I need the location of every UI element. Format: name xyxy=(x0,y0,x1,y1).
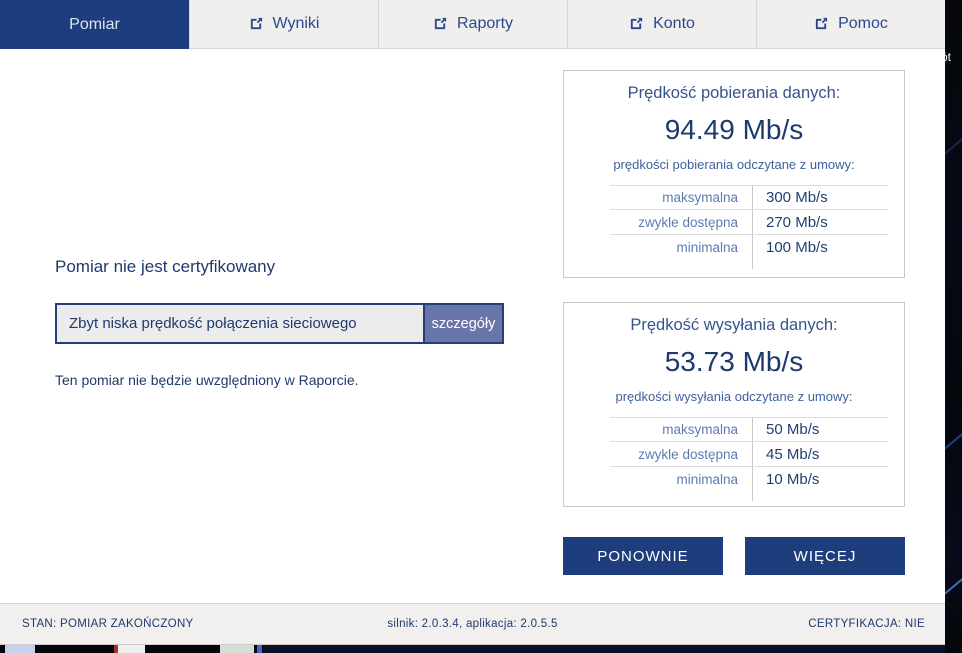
row-label: maksymalna xyxy=(610,418,753,441)
taskbar-strip xyxy=(0,645,962,653)
table-row: minimalna 10 Mb/s xyxy=(610,467,888,492)
table-row: maksymalna 50 Mb/s xyxy=(610,417,888,442)
table-row: maksymalna 300 Mb/s xyxy=(610,185,888,210)
taskbar-fragment xyxy=(220,645,254,653)
tab-pomoc[interactable]: Pomoc xyxy=(756,0,945,49)
warning-banner: Zbyt niska prędkość połączenia siecioweg… xyxy=(55,303,504,344)
more-button[interactable]: WIĘCEJ xyxy=(745,537,905,575)
tab-raporty[interactable]: Raporty xyxy=(378,0,567,49)
external-link-icon xyxy=(814,16,829,31)
tab-label: Wyniki xyxy=(273,15,320,33)
status-certification: CERTYFIKACJA: NIE xyxy=(808,618,925,630)
background-streak xyxy=(945,574,962,597)
download-title: Prędkość pobierania danych: xyxy=(564,84,904,103)
row-value: 45 Mb/s xyxy=(753,442,888,466)
external-link-icon xyxy=(249,16,264,31)
upload-subtitle: prędkości wysyłania odczytane z umowy: xyxy=(564,389,904,404)
screen: Pomiar Wyniki Raporty Konto xyxy=(0,0,962,653)
table-row: zwykle dostępna 45 Mb/s xyxy=(610,442,888,467)
warning-text: Zbyt niska prędkość połączenia siecioweg… xyxy=(57,305,423,342)
download-value: 94.49 Mb/s xyxy=(564,114,904,146)
tab-pomiar[interactable]: Pomiar xyxy=(0,0,189,49)
external-link-icon xyxy=(433,16,448,31)
upload-contract-table: maksymalna 50 Mb/s zwykle dostępna 45 Mb… xyxy=(610,417,888,501)
status-versions: silnik: 2.0.3.4, aplikacja: 2.0.5.5 xyxy=(387,618,557,630)
tab-konto[interactable]: Konto xyxy=(567,0,756,49)
download-speed-card: Prędkość pobierania danych: 94.49 Mb/s p… xyxy=(563,70,905,278)
tab-bar: Pomiar Wyniki Raporty Konto xyxy=(0,0,945,49)
background-streak xyxy=(945,134,962,157)
background-streak xyxy=(945,429,962,452)
tab-label: Raporty xyxy=(457,15,513,33)
taskbar-fragment xyxy=(257,645,262,653)
tab-wyniki[interactable]: Wyniki xyxy=(189,0,378,49)
taskbar-fragment xyxy=(118,645,145,653)
status-bar: STAN: POMIAR ZAKOŃCZONY silnik: 2.0.3.4,… xyxy=(0,603,945,645)
background-clipped-text: ót xyxy=(941,50,951,64)
external-link-icon xyxy=(629,16,644,31)
table-divider-tail xyxy=(610,492,753,501)
taskbar-fragment xyxy=(263,645,945,653)
row-label: minimalna xyxy=(610,235,753,260)
table-row: zwykle dostępna 270 Mb/s xyxy=(610,210,888,235)
desktop-background-strip xyxy=(945,0,962,653)
report-note: Ten pomiar nie będzie uwzględniony w Rap… xyxy=(55,372,359,388)
row-value: 270 Mb/s xyxy=(753,210,888,234)
tab-label: Pomoc xyxy=(838,15,888,33)
row-label: zwykle dostępna xyxy=(610,210,753,234)
upload-speed-card: Prędkość wysyłania danych: 53.73 Mb/s pr… xyxy=(563,302,905,507)
row-value: 10 Mb/s xyxy=(753,467,888,492)
download-contract-table: maksymalna 300 Mb/s zwykle dostępna 270 … xyxy=(610,185,888,269)
upload-value: 53.73 Mb/s xyxy=(564,346,904,378)
download-subtitle: prędkości pobierania odczytane z umowy: xyxy=(564,157,904,172)
row-value: 300 Mb/s xyxy=(753,186,888,209)
action-buttons: PONOWNIE WIĘCEJ xyxy=(563,537,905,575)
retry-button[interactable]: PONOWNIE xyxy=(563,537,723,575)
row-value: 100 Mb/s xyxy=(753,235,888,260)
tab-label: Konto xyxy=(653,15,695,33)
row-value: 50 Mb/s xyxy=(753,418,888,441)
status-state: STAN: POMIAR ZAKOŃCZONY xyxy=(0,618,194,630)
details-button[interactable]: szczegóły xyxy=(423,305,502,342)
taskbar-fragment xyxy=(5,645,35,653)
upload-title: Prędkość wysyłania danych: xyxy=(564,316,904,335)
row-label: zwykle dostępna xyxy=(610,442,753,466)
table-divider-tail xyxy=(610,260,753,269)
not-certified-heading: Pomiar nie jest certyfikowany xyxy=(55,257,275,277)
row-label: maksymalna xyxy=(610,186,753,209)
row-label: minimalna xyxy=(610,467,753,492)
tab-label: Pomiar xyxy=(69,16,120,34)
table-row: minimalna 100 Mb/s xyxy=(610,235,888,260)
